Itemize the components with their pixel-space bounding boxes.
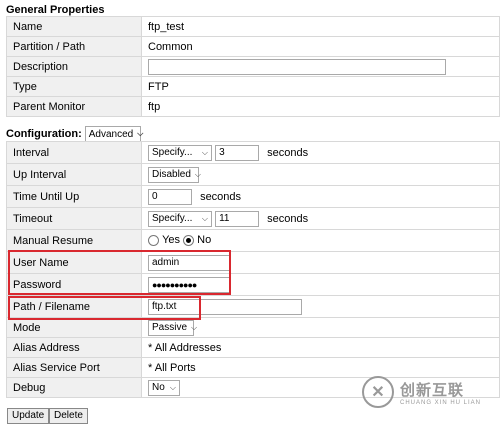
table-row: Type FTP: [6, 76, 500, 97]
user-name-cell: admin: [141, 251, 500, 274]
time-until-up-input[interactable]: 0: [148, 188, 192, 205]
user-name-input[interactable]: admin: [148, 254, 230, 271]
timeout-input[interactable]: 11: [215, 210, 260, 227]
table-row: Manual Resume Yes No: [6, 229, 500, 252]
alias-address-label: Alias Address: [6, 337, 142, 358]
time-until-up-unit: seconds: [200, 190, 242, 203]
watermark-logo-icon: ✕: [362, 376, 394, 408]
interval-label: Interval: [6, 141, 142, 164]
debug-select[interactable]: No ⌵: [148, 379, 180, 396]
configuration-title: Configuration:: [6, 128, 82, 140]
path-filename-label: Path / Filename: [6, 295, 142, 318]
password-cell: ●●●●●●●●●●: [141, 273, 500, 296]
manual-resume-no-label: No: [197, 234, 212, 247]
manual-resume-label: Manual Resume: [6, 229, 142, 252]
table-row: Timeout Specify... ⌵ 11 seconds: [6, 207, 500, 230]
time-until-up-cell: 0 seconds: [141, 185, 500, 208]
watermark: ✕ 创新互联 CHUANG XIN HU LIAN: [362, 376, 481, 408]
chevron-down-icon: ⌵: [137, 129, 144, 138]
manual-resume-yes-label: Yes: [162, 234, 181, 247]
table-row: Description: [6, 56, 500, 77]
timeout-unit: seconds: [267, 212, 309, 225]
alias-address-value: * All Addresses: [141, 337, 500, 358]
interval-unit: seconds: [267, 146, 309, 159]
up-interval-select-value: Disabled: [152, 169, 191, 180]
password-label: Password: [6, 273, 142, 296]
chevron-down-icon: ⌵: [191, 322, 198, 332]
general-properties-title: General Properties: [6, 4, 105, 16]
mode-select[interactable]: Passive ⌵: [148, 319, 198, 336]
type-label: Type: [6, 76, 142, 97]
user-name-label: User Name: [6, 251, 142, 274]
table-row: Time Until Up 0 seconds: [6, 185, 500, 208]
interval-select[interactable]: Specify... ⌵: [148, 144, 212, 161]
name-label: Name: [6, 16, 142, 37]
table-row: Up Interval Disabled ⌵: [6, 163, 500, 186]
description-label: Description: [6, 56, 142, 77]
configuration-table: Interval Specify... ⌵ 3 seconds Up Inter…: [6, 141, 500, 398]
timeout-select-value: Specify...: [152, 213, 193, 224]
partition-label: Partition / Path: [6, 36, 142, 57]
alias-port-label: Alias Service Port: [6, 357, 142, 378]
table-row: Name ftp_test: [6, 16, 500, 37]
table-row: Partition / Path Common: [6, 36, 500, 57]
parent-monitor-value: ftp: [141, 96, 500, 117]
description-input[interactable]: [148, 58, 446, 75]
timeout-label: Timeout: [6, 207, 142, 230]
path-filename-input[interactable]: ftp.txt: [148, 298, 302, 315]
watermark-text: 创新互联 CHUANG XIN HU LIAN: [400, 379, 481, 406]
manual-resume-cell: Yes No: [141, 229, 500, 252]
configuration-header: Configuration: Advanced ⌵: [6, 126, 144, 142]
table-row: Interval Specify... ⌵ 3 seconds: [6, 141, 500, 164]
manual-resume-yes-radio[interactable]: [148, 235, 159, 247]
timeout-cell: Specify... ⌵ 11 seconds: [141, 207, 500, 230]
time-until-up-label: Time Until Up: [6, 185, 142, 208]
table-row: Password ●●●●●●●●●●: [6, 273, 500, 296]
timeout-select[interactable]: Specify... ⌵: [148, 210, 212, 227]
parent-monitor-label: Parent Monitor: [6, 96, 142, 117]
watermark-cn: 创新互联: [400, 381, 465, 399]
table-row: Parent Monitor ftp: [6, 96, 500, 117]
mode-select-value: Passive: [152, 322, 188, 333]
chevron-down-icon: ⌵: [169, 382, 176, 392]
debug-label: Debug: [6, 377, 142, 398]
up-interval-select[interactable]: Disabled ⌵: [148, 166, 201, 183]
password-input[interactable]: ●●●●●●●●●●: [148, 276, 230, 293]
chevron-down-icon: ⌵: [194, 169, 201, 179]
path-filename-cell: ftp.txt: [141, 295, 500, 318]
name-value: ftp_test: [141, 16, 500, 37]
watermark-en: CHUANG XIN HU LIAN: [400, 399, 482, 406]
table-row: Path / Filename ftp.txt: [6, 295, 500, 318]
mode-label: Mode: [6, 317, 142, 338]
mode-cell: Passive ⌵: [141, 317, 500, 338]
interval-select-value: Specify...: [152, 147, 193, 158]
update-button[interactable]: Update: [7, 408, 50, 424]
partition-value: Common: [141, 36, 500, 57]
manual-resume-no-radio[interactable]: [183, 235, 195, 247]
configuration-mode-select[interactable]: Advanced ⌵: [84, 126, 144, 142]
chevron-down-icon: ⌵: [201, 147, 208, 157]
description-cell: [141, 56, 500, 77]
table-row: User Name admin: [6, 251, 500, 274]
table-row: Alias Service Port * All Ports: [6, 357, 500, 378]
general-properties-table: Name ftp_test Partition / Path Common De…: [6, 16, 500, 117]
table-row: Alias Address * All Addresses: [6, 337, 500, 358]
delete-button[interactable]: Delete: [49, 408, 88, 424]
configuration-mode-value: Advanced: [88, 128, 134, 140]
interval-cell: Specify... ⌵ 3 seconds: [141, 141, 500, 164]
up-interval-cell: Disabled ⌵: [141, 163, 500, 186]
interval-input[interactable]: 3: [215, 144, 260, 161]
up-interval-label: Up Interval: [6, 163, 142, 186]
table-row: Mode Passive ⌵: [6, 317, 500, 338]
debug-select-value: No: [152, 382, 165, 393]
alias-port-value: * All Ports: [141, 357, 500, 378]
chevron-down-icon: ⌵: [201, 213, 208, 223]
type-value: FTP: [141, 76, 500, 97]
